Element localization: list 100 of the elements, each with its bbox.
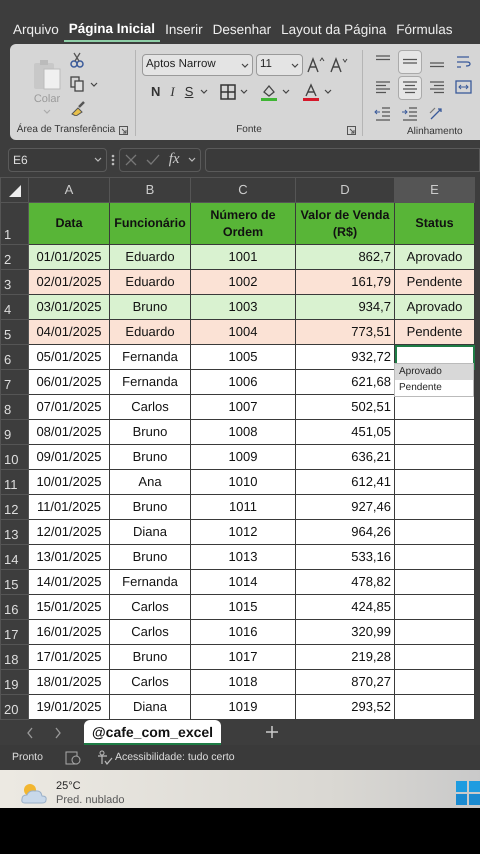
fill-color-icon[interactable] [260,82,278,101]
table-cell: Bruno [110,444,190,470]
table-cell: 533,16 [296,544,394,570]
more-icon[interactable] [111,152,115,166]
caret-icon[interactable] [188,156,196,163]
row-header[interactable]: 11 [0,470,28,494]
row-header[interactable]: 9 [0,420,28,444]
table-cell: 1002 [190,270,296,294]
caret-icon[interactable] [282,88,290,96]
scissors-icon[interactable] [70,52,84,68]
brush-icon[interactable] [70,100,86,116]
add-sheet-icon[interactable] [265,725,280,739]
table-cell: 862,7 [296,244,394,270]
dropdown-option[interactable]: Aprovado [395,364,473,380]
row-header[interactable]: 7 [0,370,28,394]
row-header[interactable]: 17 [0,620,28,644]
bold-button[interactable]: N [148,82,164,102]
cancel-icon[interactable] [124,152,138,166]
table-cell: 1004 [190,320,296,344]
caret-icon[interactable] [240,88,248,96]
row-header[interactable]: 6 [0,344,28,370]
accessibility-status[interactable]: Acessibilidade: tudo certo [114,750,235,766]
table-cell: 07/01/2025 [28,394,110,420]
check-icon[interactable] [146,152,160,166]
table-cell: 1017 [190,644,296,670]
table-cell: 964,26 [296,520,394,544]
row-header[interactable]: 2 [0,244,28,270]
accessibility-icon[interactable] [96,750,113,766]
ribbon-tab[interactable]: Desenhar [208,18,276,42]
row-header[interactable]: 12 [0,494,28,520]
increase-indent-icon[interactable] [401,105,419,123]
ribbon-tab[interactable]: Fórmulas [391,18,458,42]
ribbon-tab[interactable]: Arquivo [8,18,64,42]
caret-icon [241,62,249,68]
table-cell: 621,68 [296,370,394,394]
row-header[interactable]: 3 [0,270,28,294]
row-header[interactable]: 19 [0,670,28,694]
previous-sheet-icon[interactable] [26,727,34,739]
column-header[interactable]: A [28,178,110,202]
temperature-text: 25°C [56,779,82,793]
column-header[interactable]: B [110,178,190,202]
caret-icon[interactable] [200,88,208,96]
table-cell: 1019 [190,694,296,720]
table-cell: Carlos [110,394,190,420]
ribbon-tab[interactable]: Inserir [160,18,208,42]
launcher-icon[interactable] [347,126,356,134]
table-cell: 1014 [190,570,296,594]
ribbon-tab[interactable]: Layout da Página [276,18,392,42]
table-cell: Bruno [110,294,190,320]
row-header[interactable]: 5 [0,320,28,344]
table-cell: Fernanda [110,370,190,394]
row-header[interactable]: 13 [0,520,28,544]
row-header[interactable]: 18 [0,644,28,670]
font-size-field[interactable]: 11 [256,54,303,76]
row-header[interactable]: 14 [0,544,28,570]
underline-button[interactable]: S [182,82,196,102]
italic-button[interactable]: I [167,82,178,102]
select-all-icon[interactable] [8,184,20,197]
caret-icon [291,62,299,68]
table-cell: 161,79 [296,270,394,294]
row-header[interactable]: 16 [0,594,28,620]
camera-icon[interactable] [64,750,81,764]
column-header[interactable]: D [296,178,394,202]
borders-icon[interactable] [220,84,236,100]
table-cell: 12/01/2025 [28,520,110,544]
formula-input[interactable] [205,148,480,172]
table-cell: 636,21 [296,444,394,470]
table-cell: 502,51 [296,394,394,420]
decrease-indent-icon[interactable] [374,105,392,123]
table-cell: 16/01/2025 [28,620,110,644]
table-cell: 478,82 [296,570,394,594]
row-header[interactable]: 8 [0,394,28,420]
start-icon[interactable] [456,781,480,805]
font-color-icon[interactable] [302,82,320,101]
row-header[interactable]: 10 [0,444,28,470]
column-header[interactable]: C [190,178,296,202]
next-sheet-icon[interactable] [54,727,62,739]
row-header[interactable]: 1 [0,202,28,244]
table-cell: 773,51 [296,320,394,344]
launcher-icon[interactable] [119,126,128,134]
row-header[interactable]: 4 [0,294,28,320]
decrease-font-icon[interactable] [329,56,349,74]
table-cell: 1015 [190,594,296,620]
table-cell: Bruno [110,420,190,444]
column-header[interactable]: E [394,178,474,202]
insert-function-button[interactable]: fx [168,148,180,171]
table-cell: Diana [110,694,190,720]
sheet-tab[interactable]: @cafe_com_excel [84,720,222,745]
table-cell: 219,28 [296,644,394,670]
table-cell: 03/01/2025 [28,294,110,320]
name-box[interactable]: E6 [8,148,107,172]
row-header[interactable]: 15 [0,570,28,594]
row-header[interactable]: 20 [0,694,28,720]
caret-icon[interactable] [324,88,332,96]
increase-font-icon[interactable] [306,56,326,74]
font-name-field[interactable]: Aptos Narrow [142,54,253,76]
table-cell: 612,41 [296,470,394,494]
ribbon-tab[interactable]: Página Inicial [64,18,160,42]
caret-icon[interactable] [90,80,98,88]
copy-icon[interactable] [70,76,84,92]
